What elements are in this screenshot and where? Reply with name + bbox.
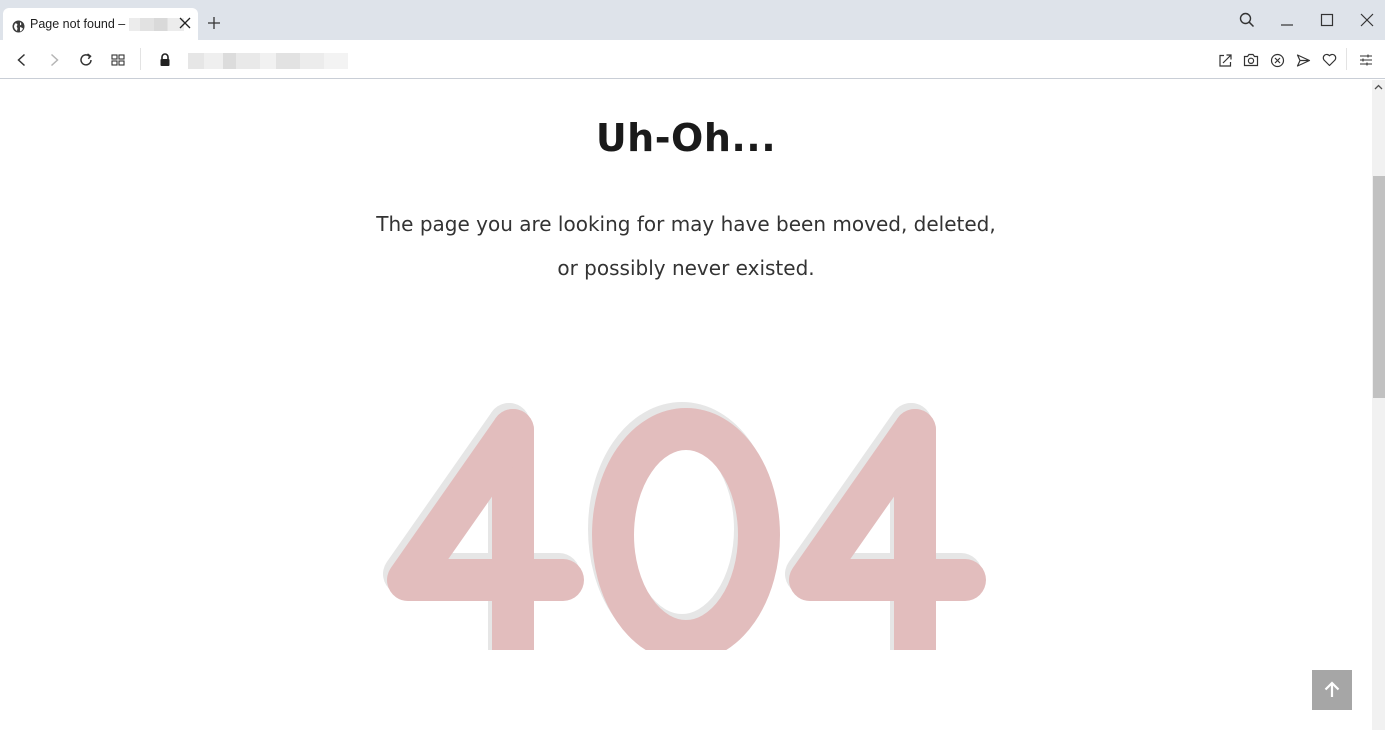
forward-icon[interactable] [44, 50, 64, 70]
toolbar-separator [140, 48, 141, 70]
scroll-up-arrow-icon[interactable] [1372, 80, 1385, 94]
minimize-icon[interactable] [1277, 10, 1297, 30]
close-window-icon[interactable] [1357, 10, 1377, 30]
search-icon[interactable] [1237, 10, 1257, 30]
toolbar-separator [1346, 48, 1347, 70]
scroll-to-top-button[interactable] [1312, 670, 1352, 710]
share-icon[interactable] [1215, 50, 1235, 70]
arrow-up-icon [1324, 681, 1340, 697]
shield-icon[interactable] [1267, 50, 1287, 70]
browser-toolbar [0, 40, 1385, 79]
menu-icon[interactable] [1356, 50, 1376, 70]
error-code-404 [383, 402, 986, 650]
lock-icon[interactable] [155, 50, 175, 70]
close-tab-icon[interactable] [178, 16, 192, 30]
error-message-line-2: or possibly never existed. [557, 256, 815, 280]
plus-icon [208, 17, 220, 29]
globe-icon [12, 18, 25, 32]
grid-icon[interactable] [108, 50, 128, 70]
error-message-line-1: The page you are looking for may have be… [376, 212, 996, 236]
vertical-scrollbar[interactable] [1372, 80, 1385, 730]
camera-icon[interactable] [1241, 50, 1261, 70]
new-tab-button[interactable] [205, 14, 223, 32]
reload-icon[interactable] [76, 50, 96, 70]
address-bar[interactable] [188, 53, 348, 69]
scrollbar-thumb[interactable] [1373, 176, 1385, 398]
send-icon[interactable] [1293, 50, 1313, 70]
page-content: Uh-Oh... The page you are looking for ma… [0, 80, 1372, 730]
maximize-icon[interactable] [1317, 10, 1337, 30]
back-icon[interactable] [12, 50, 32, 70]
title-bar: Page not found – [0, 0, 1385, 40]
page-heading: Uh-Oh... [595, 116, 777, 160]
tab-title-redacted [129, 17, 185, 31]
tab-page-not-found[interactable]: Page not found – [3, 8, 198, 40]
tab-title: Page not found – [30, 17, 126, 31]
heart-icon[interactable] [1319, 50, 1339, 70]
